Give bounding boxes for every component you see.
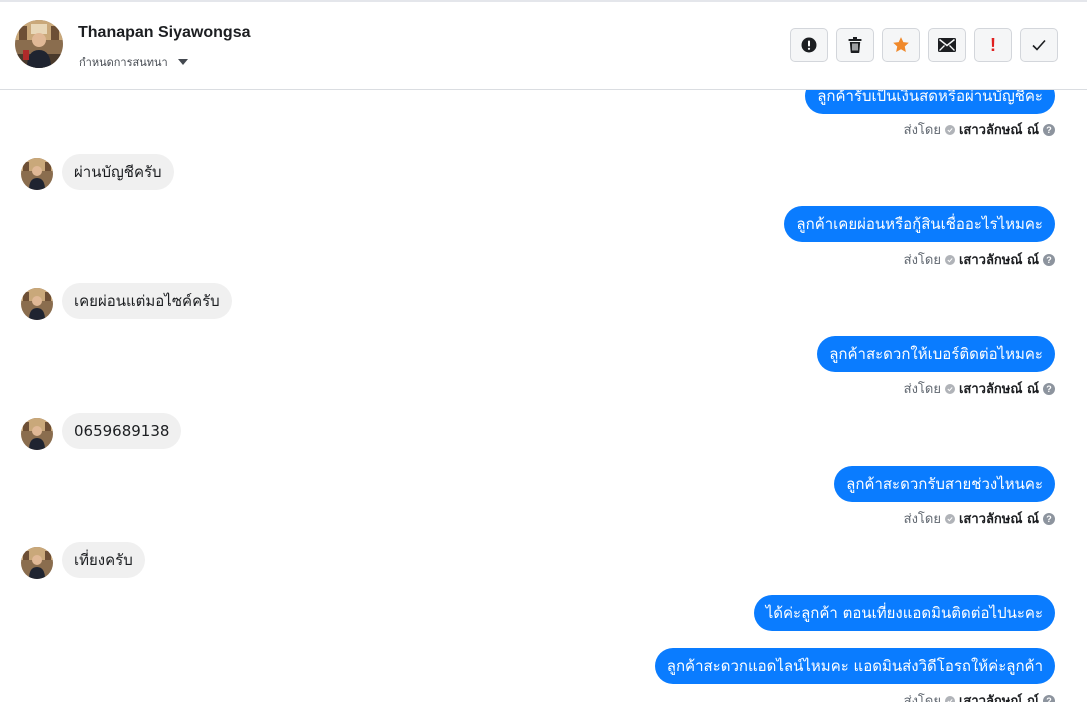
message-text: ลูกค้าสะดวกให้เบอร์ติดต่อไหมคะ (829, 344, 1043, 363)
message-text: ลูกค้ารับเป็นเงินสดหรือผ่านบัญชีคะ (817, 90, 1043, 105)
incoming-message[interactable]: เที่ยงครับ (62, 542, 145, 578)
exclamation-icon: ! (990, 35, 996, 55)
sent-by-line: ส่งโดย เสาวลักษณ์ ณ์ ? (904, 378, 1055, 399)
incoming-message[interactable]: เคยผ่อนแต่มอไซค์ครับ (62, 283, 232, 319)
contact-avatar-small[interactable] (21, 158, 53, 190)
help-icon[interactable]: ? (1043, 123, 1055, 136)
message-text: ผ่านบัญชีครับ (74, 162, 162, 181)
assign-conversation-dropdown[interactable]: กำหนดการสนทนา (79, 53, 188, 71)
outgoing-message[interactable]: ลูกค้าสะดวกแอดไลน์ไหมคะ แอดมินส่งวิดีโอร… (654, 648, 1055, 684)
sent-by-label: ส่งโดย (903, 694, 941, 702)
help-icon[interactable]: ? (1043, 694, 1055, 702)
sent-by-label: ส่งโดย (903, 512, 941, 527)
assign-conversation-label: กำหนดการสนทนา (79, 56, 168, 69)
verified-check-icon (944, 254, 955, 265)
message-thread[interactable]: ลูกค้ารับเป็นเงินสดหรือผ่านบัญชีคะ ส่งโด… (0, 90, 1087, 702)
contact-avatar[interactable] (15, 20, 63, 68)
help-icon[interactable]: ? (1043, 512, 1055, 525)
mark-spam-button[interactable] (790, 28, 828, 62)
sent-by-line: ส่งโดย เสาวลักษณ์ ณ์ ? (904, 119, 1055, 140)
star-icon (893, 37, 909, 52)
messenger-conversation-window: Thanapan Siyawongsa กำหนดการสนทนา ! ลูกค… (0, 0, 1087, 702)
contact-avatar-small[interactable] (21, 288, 53, 320)
caret-down-icon (177, 59, 188, 65)
outgoing-message[interactable]: ได้ค่ะลูกค้า ตอนเที่ยงแอดมินติดต่อไปนะคะ (753, 595, 1055, 631)
message-text: ลูกค้าสะดวกรับสายช่วงไหนคะ (846, 474, 1043, 493)
verified-check-icon (944, 513, 955, 524)
outgoing-message[interactable]: ลูกค้ารับเป็นเงินสดหรือผ่านบัญชีคะ (805, 90, 1055, 114)
conversation-header: Thanapan Siyawongsa กำหนดการสนทนา ! (0, 2, 1087, 90)
sent-by-line: ส่งโดย เสาวลักษณ์ ณ์ ? (904, 690, 1055, 702)
sent-by-line: ส่งโดย เสาวลักษณ์ ณ์ ? (904, 508, 1055, 529)
agent-name[interactable]: เสาวลักษณ์ ณ์ (959, 249, 1039, 270)
sent-by-line: ส่งโดย เสาวลักษณ์ ณ์ ? (904, 249, 1055, 270)
sent-by-label: ส่งโดย (903, 253, 941, 268)
agent-name[interactable]: เสาวลักษณ์ ณ์ (959, 508, 1039, 529)
message-text: ลูกค้าเคยผ่อนหรือกู้สินเชื่ออะไรไหมคะ (796, 214, 1043, 233)
verified-check-icon (944, 695, 955, 702)
verified-check-icon (944, 383, 955, 394)
checkmark-icon (1032, 39, 1046, 51)
outgoing-message[interactable]: ลูกค้าสะดวกให้เบอร์ติดต่อไหมคะ (817, 336, 1055, 372)
alert-circle-icon (801, 37, 817, 53)
help-icon[interactable]: ? (1043, 382, 1055, 395)
star-button[interactable] (882, 28, 920, 62)
mark-done-button[interactable] (1020, 28, 1058, 62)
contact-avatar-small[interactable] (21, 418, 53, 450)
verified-check-icon (944, 124, 955, 135)
message-text: ลูกค้าสะดวกแอดไลน์ไหมคะ แอดมินส่งวิดีโอร… (666, 656, 1043, 675)
message-text: เที่ยงครับ (74, 550, 133, 569)
sent-by-label: ส่งโดย (903, 123, 941, 138)
agent-name[interactable]: เสาวลักษณ์ ณ์ (959, 378, 1039, 399)
outgoing-message[interactable]: ลูกค้าเคยผ่อนหรือกู้สินเชื่ออะไรไหมคะ (784, 206, 1055, 242)
message-text: ได้ค่ะลูกค้า ตอนเที่ยงแอดมินติดต่อไปนะคะ (765, 603, 1043, 622)
outgoing-message[interactable]: ลูกค้าสะดวกรับสายช่วงไหนคะ (834, 466, 1055, 502)
envelope-icon (938, 38, 956, 52)
contact-avatar-small[interactable] (21, 547, 53, 579)
trash-icon (848, 37, 862, 53)
incoming-message[interactable]: ผ่านบัญชีครับ (62, 154, 174, 190)
follow-up-button[interactable]: ! (974, 28, 1012, 62)
message-text: 0659689138 (74, 421, 170, 440)
delete-button[interactable] (836, 28, 874, 62)
agent-name[interactable]: เสาวลักษณ์ ณ์ (959, 690, 1039, 702)
sent-by-label: ส่งโดย (903, 382, 941, 397)
message-text: เคยผ่อนแต่มอไซค์ครับ (74, 291, 220, 310)
incoming-message[interactable]: 0659689138 (62, 413, 182, 449)
contact-name[interactable]: Thanapan Siyawongsa (78, 24, 250, 42)
conversation-actions: ! (790, 28, 1058, 62)
help-icon[interactable]: ? (1043, 253, 1055, 266)
mark-unread-button[interactable] (928, 28, 966, 62)
agent-name[interactable]: เสาวลักษณ์ ณ์ (959, 119, 1039, 140)
